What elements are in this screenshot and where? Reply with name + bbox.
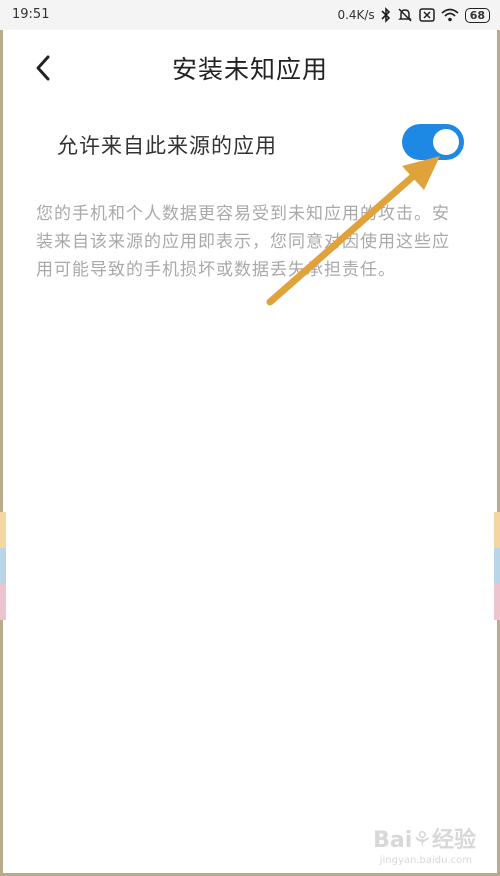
network-speed: 0.4K/s (337, 8, 375, 22)
edge-tab-blue-right (494, 548, 500, 584)
app-header: 安装未知应用 (0, 30, 500, 106)
status-icons: 0.4K/s 68 (337, 5, 490, 25)
setting-label: 允许来自此来源的应用 (57, 134, 277, 158)
edge-tab-orange (0, 512, 6, 548)
sim-x-icon (418, 6, 435, 24)
page-title: 安装未知应用 (171, 55, 328, 84)
baidu-watermark: Bai⚘经验 (373, 828, 476, 853)
wifi-icon (441, 6, 459, 24)
bluetooth-icon (381, 6, 391, 24)
mute-icon (397, 6, 413, 24)
allow-source-setting-row[interactable]: 允许来自此来源的应用 (0, 118, 500, 174)
edge-tab-pink-right (494, 584, 500, 620)
toggle-knob (433, 129, 459, 155)
battery-indicator: 68 (464, 7, 490, 23)
status-bar: 19:51 0.4K/s 68 (0, 0, 500, 30)
edge-tab-orange-right (494, 512, 500, 548)
warning-text: 您的手机和个人数据更容易受到未知应用的攻击。安装来自该来源的应用即表示，您同意对… (36, 204, 450, 280)
allow-source-toggle[interactable] (402, 124, 464, 160)
baidu-watermark-url: jingyan.baidu.com (379, 855, 472, 866)
edge-tab-blue (0, 548, 6, 584)
status-time: 19:51 (12, 7, 50, 22)
edge-tab-pink (0, 584, 6, 620)
